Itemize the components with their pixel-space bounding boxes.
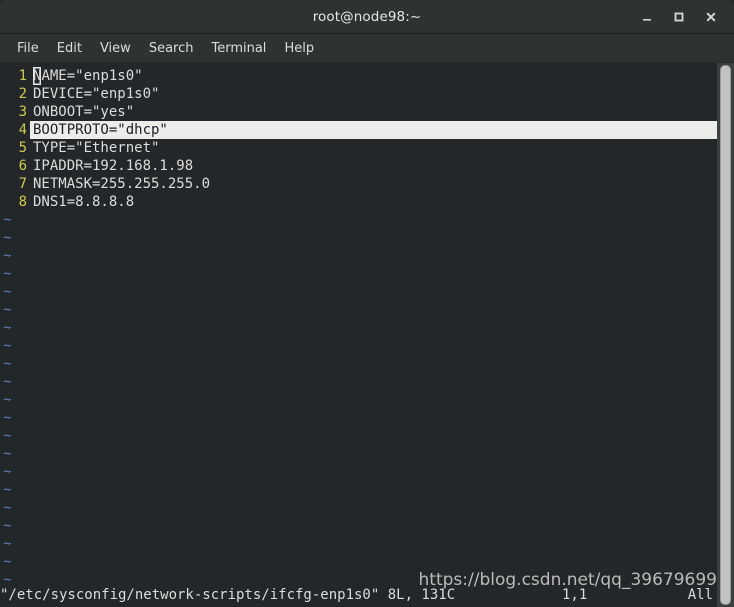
maximize-icon (674, 12, 684, 21)
vim-line[interactable]: 2 DEVICE="enp1s0" (0, 85, 717, 103)
close-icon (706, 12, 716, 21)
vim-empty-lines: ~ ~ ~ ~ ~ ~ ~ ~ ~ ~ ~ ~ ~ ~ ~ ~ ~ ~ ~ ~ ~ (0, 211, 717, 589)
status-scroll-ruler: All (687, 587, 713, 603)
close-button[interactable] (696, 4, 726, 30)
vim-line-text: DNS1=8.8.8.8 (33, 194, 135, 210)
maximize-button[interactable] (664, 4, 694, 30)
vim-empty-line-marker: ~ (3, 554, 12, 570)
vim-line-number: 2 (18, 86, 27, 102)
vim-line[interactable]: 6 IPADDR=192.168.1.98 (0, 157, 717, 175)
vim-line-text: NAME="enp1s0" (30, 67, 717, 85)
menu-item-view[interactable]: View (91, 38, 140, 59)
menu-item-search[interactable]: Search (140, 38, 203, 59)
minimize-icon (643, 18, 651, 21)
vim-line-text: BOOTPROTO="dhcp" (30, 121, 717, 139)
vim-line-text: NETMASK=255.255.255.0 (33, 176, 211, 192)
status-file-info: "/etc/sysconfig/network-scripts/ifcfg-en… (0, 587, 456, 603)
vim-empty-line-marker: ~ (3, 266, 12, 282)
vim-empty-line-marker: ~ (3, 338, 12, 354)
vim-line-text: DEVICE="enp1s0" (33, 86, 160, 102)
vim-empty-line-marker: ~ (3, 302, 12, 318)
vim-line-text: TYPE="Ethernet" (33, 140, 160, 156)
vim-line[interactable]: 7 NETMASK=255.255.255.0 (0, 175, 717, 193)
terminal-screen[interactable]: 1 NAME="enp1s0" 2 DEVICE="enp1s0" 3 ONBOOT="y… (0, 63, 734, 607)
vim-empty-line-marker: ~ (3, 482, 12, 498)
vim-line[interactable]: 1 NAME="enp1s0" (0, 67, 717, 85)
menu-item-file[interactable]: File (8, 38, 48, 59)
menu-item-edit[interactable]: Edit (48, 38, 91, 59)
vim-empty-line-marker: ~ (3, 356, 12, 372)
scrollbar-thumb[interactable] (720, 65, 731, 605)
vim-empty-line-marker: ~ (3, 392, 12, 408)
vim-empty-line-marker: ~ (3, 428, 12, 444)
vim-line-text: ONBOOT="yes" (33, 104, 135, 120)
vim-empty-line-marker: ~ (3, 500, 12, 516)
terminal-window: root@node98:~ File Edit View Search Term… (0, 0, 734, 607)
vim-empty-line-marker: ~ (3, 374, 12, 390)
vim-line-text: IPADDR=192.168.1.98 (33, 158, 194, 174)
window-controls (632, 0, 726, 33)
status-cursor-position: 1,1 (562, 587, 588, 603)
vim-empty-line-marker: ~ (3, 518, 12, 534)
vim-line-text-rest: AME="enp1s0" (41, 68, 143, 84)
vim-code-lines[interactable]: 1 NAME="enp1s0" 2 DEVICE="enp1s0" 3 ONBOOT="y… (0, 67, 717, 211)
vim-empty-line-marker: ~ (3, 248, 12, 264)
menu-bar: File Edit View Search Terminal Help (0, 34, 734, 63)
vim-line-number: 6 (18, 158, 27, 174)
minimize-button[interactable] (632, 4, 662, 30)
window-title: root@node98:~ (312, 8, 422, 25)
vim-line[interactable]: 4 BOOTPROTO="dhcp" (0, 121, 717, 139)
vim-line[interactable]: 5 TYPE="Ethernet" (0, 139, 717, 157)
menu-item-terminal[interactable]: Terminal (202, 38, 275, 59)
vim-line[interactable]: 8 DNS1=8.8.8.8 (0, 193, 717, 211)
vim-line-number: 5 (18, 140, 27, 156)
vim-line-number: 8 (18, 194, 27, 210)
vim-buffer[interactable]: 1 NAME="enp1s0" 2 DEVICE="enp1s0" 3 ONBOOT="y… (0, 63, 717, 607)
vim-line-number: 3 (18, 104, 27, 120)
vim-line[interactable]: 3 ONBOOT="yes" (0, 103, 717, 121)
vim-empty-line-marker: ~ (3, 284, 12, 300)
vim-line-number: 7 (18, 176, 27, 192)
terminal-scrollbar[interactable] (717, 63, 734, 607)
menu-item-help[interactable]: Help (275, 38, 323, 59)
vim-empty-line-marker: ~ (3, 464, 12, 480)
vim-empty-line-marker: ~ (3, 320, 12, 336)
vim-empty-line-marker: ~ (3, 410, 12, 426)
vim-status-line: "/etc/sysconfig/network-scripts/ifcfg-en… (0, 585, 717, 605)
window-titlebar[interactable]: root@node98:~ (0, 0, 734, 34)
vim-empty-line-marker: ~ (3, 212, 12, 228)
vim-line-number: 1 (18, 68, 27, 84)
vim-empty-line-marker: ~ (3, 446, 12, 462)
vim-line-number: 4 (18, 122, 27, 138)
vim-empty-line-marker: ~ (3, 536, 12, 552)
vim-empty-line-marker: ~ (3, 230, 12, 246)
